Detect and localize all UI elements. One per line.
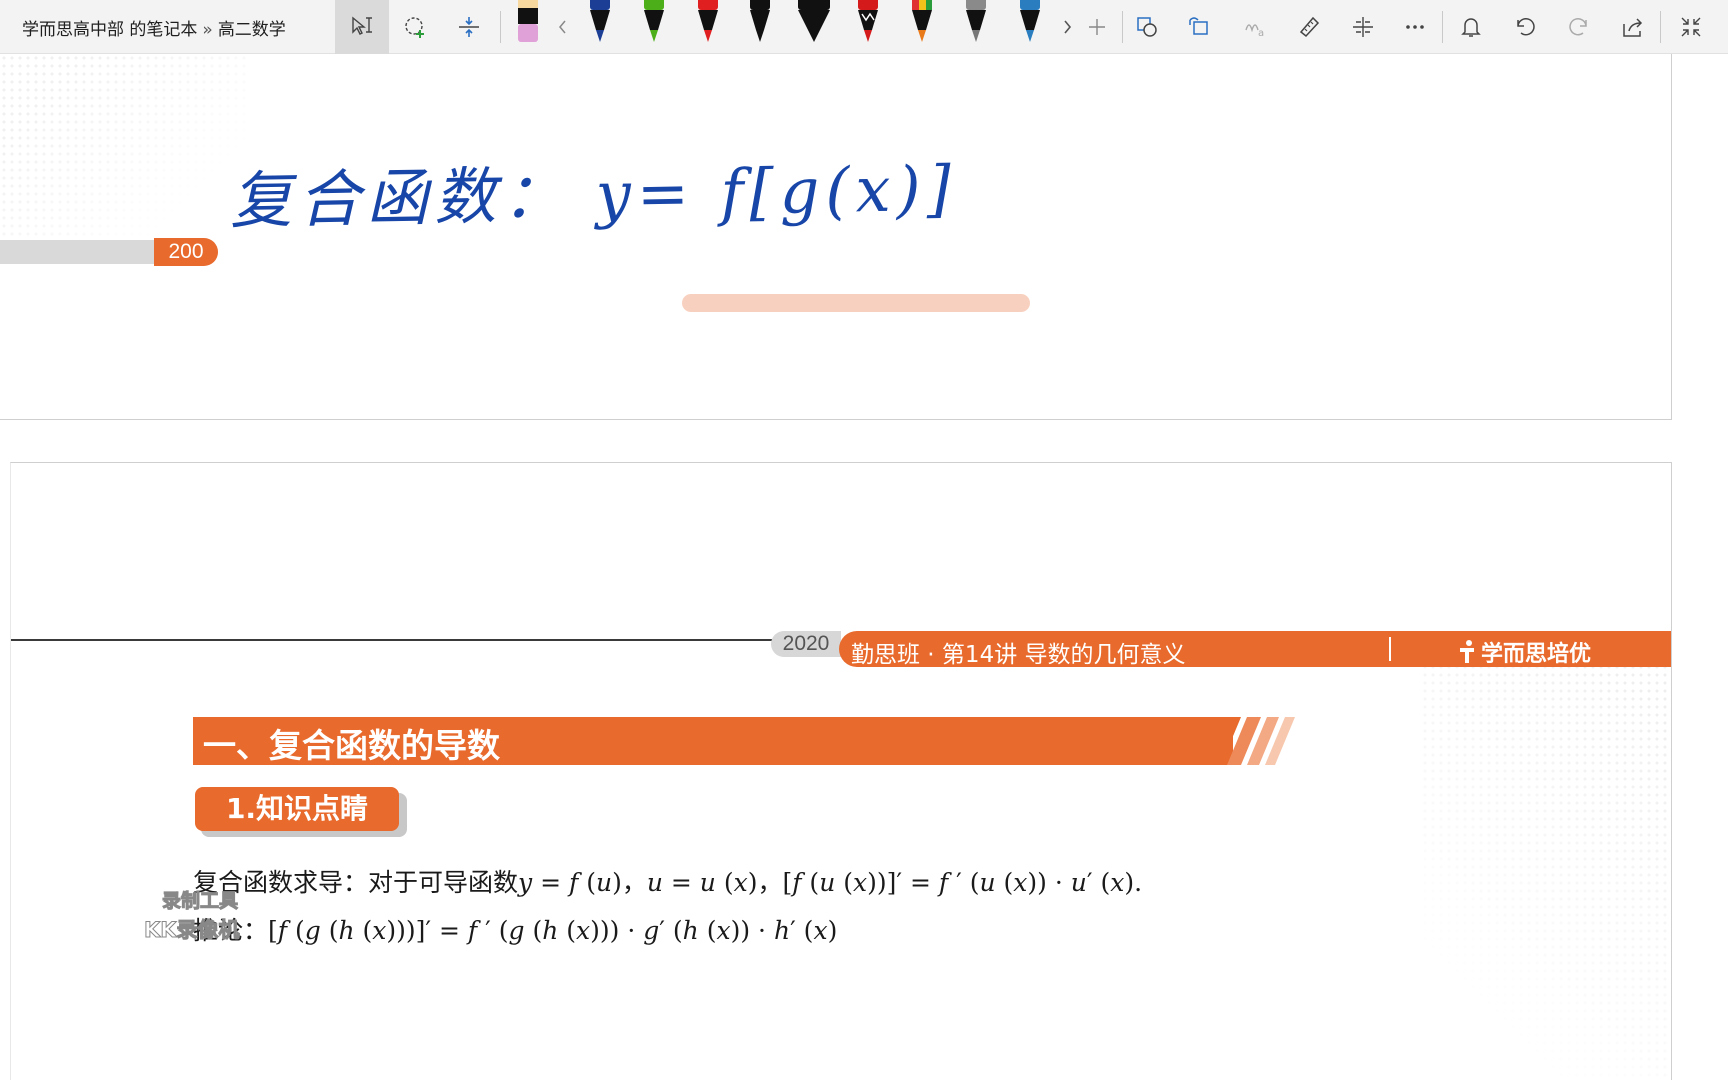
chain-rule-corollary: 推论：[f (g (h (x)))]′ = f ′ (g (h (x))) · … [193, 916, 838, 945]
eraser-button[interactable] [514, 0, 542, 46]
brand-name: 学而思培优 [1481, 642, 1592, 667]
watermark-line2: KK录像机 [144, 918, 241, 943]
collapse-icon [1681, 17, 1701, 37]
ink-to-shape-icon [1189, 17, 1208, 35]
toolbar-separator [500, 11, 501, 43]
shapes-icon [1137, 17, 1157, 37]
chevron-left-icon [559, 20, 566, 34]
page-number-badge: 200 [154, 238, 218, 266]
ink-to-text-button[interactable]: a [1234, 6, 1276, 48]
dot-pattern-decoration [0, 54, 250, 254]
heading-stripes-decoration [1207, 717, 1295, 765]
ink-replay-button[interactable] [1342, 6, 1384, 48]
page-gap [0, 420, 1672, 462]
ruler-icon [1299, 16, 1320, 38]
pen-black-wide[interactable] [796, 0, 832, 46]
pen-icon [798, 0, 830, 42]
toolbar-separator [1122, 11, 1123, 43]
more-icon [1406, 25, 1424, 29]
undo-button[interactable] [1504, 6, 1546, 48]
plus-icon [1089, 19, 1105, 35]
pen-black[interactable] [746, 0, 774, 46]
eraser-icon [518, 0, 538, 42]
pen-red[interactable] [694, 0, 722, 46]
pen-icon [590, 0, 610, 42]
brand-logo: 学而思培优 [1457, 636, 1591, 668]
shapes-button[interactable] [1126, 6, 1168, 48]
watermark-line1: 录制工具 [161, 890, 239, 913]
ink-replay-icon [1353, 17, 1373, 37]
pen-icon [1020, 0, 1040, 42]
add-space-button[interactable] [448, 6, 490, 48]
pen-gray[interactable] [962, 0, 990, 46]
pen-ocean[interactable] [1016, 0, 1044, 46]
redo-icon [1569, 17, 1587, 36]
ink-to-shape-button[interactable] [1178, 6, 1220, 48]
year-badge: 2020 [771, 631, 841, 657]
breadcrumb-separator: » [202, 20, 213, 40]
header-divider [1389, 637, 1391, 661]
notifications-button[interactable] [1450, 6, 1492, 48]
recorder-watermark: 录制工具 KK录像机 [140, 886, 260, 950]
section-heading-band: 一、复合函数的导数 [193, 717, 1233, 765]
highlighter-stroke[interactable] [682, 294, 1030, 312]
pen-rainbow[interactable] [908, 0, 936, 46]
select-text-tool-button[interactable] [335, 0, 389, 54]
section-title: 一、复合函数的导数 [203, 726, 500, 765]
breadcrumb-notebook[interactable]: 学而思高中部 的笔记本 [22, 20, 197, 40]
pen-icon [912, 0, 932, 42]
course-title: 勤思班 · 第14讲 导数的几何意义 [851, 642, 1186, 668]
pen-icon [698, 0, 718, 42]
toolbar-separator [1660, 11, 1661, 43]
share-button[interactable] [1612, 6, 1654, 48]
lasso-plus-icon [405, 17, 424, 38]
pen-icon [966, 0, 986, 42]
chain-rule-formula: 复合函数求导：对于可导函数y = f (u)，u = u (x)，[f (u (… [193, 868, 1143, 897]
pen-icon [644, 0, 664, 42]
ink-to-text-icon: a [1245, 24, 1264, 39]
add-pen-button[interactable] [1076, 6, 1118, 48]
more-button[interactable] [1394, 6, 1436, 48]
pen-icon [858, 0, 878, 42]
ruler-button[interactable] [1288, 6, 1330, 48]
breadcrumb-section[interactable]: 高二数学 [218, 20, 286, 40]
header-rule [11, 639, 779, 641]
notebook-page-handout[interactable]: 2020 勤思班 · 第14讲 导数的几何意义 学而思培优 一、复合函数的导数 … [10, 462, 1672, 1080]
lasso-select-button[interactable] [394, 6, 436, 48]
collapse-button[interactable] [1670, 6, 1712, 48]
cursor-text-icon [352, 16, 372, 35]
insert-space-icon [459, 17, 479, 37]
pen-red-galaxy[interactable] [854, 0, 882, 46]
pen-icon [750, 0, 770, 42]
handwritten-ink[interactable]: 复合函数： y= f[g(x)] [230, 144, 958, 238]
subsection-title: 1.知识点睛 [195, 787, 399, 831]
notebook-page-top[interactable]: 200 复合函数： y= f[g(x)] [0, 54, 1672, 420]
share-icon [1623, 18, 1643, 37]
svg-text:a: a [1258, 28, 1264, 39]
ribbon-toolbar: 学而思高中部 的笔记本» 高二数学 a [0, 0, 1728, 54]
breadcrumb[interactable]: 学而思高中部 的笔记本» 高二数学 [22, 15, 286, 40]
toolbar-separator [1442, 11, 1443, 43]
dot-pattern-decoration [1421, 663, 1671, 1080]
brand-mark-icon [1460, 640, 1474, 663]
bell-icon [1461, 18, 1481, 37]
pen-dark-blue[interactable] [586, 0, 614, 46]
redo-button[interactable] [1558, 6, 1600, 48]
pens-scroll-left-button[interactable] [548, 6, 578, 48]
pen-green[interactable] [640, 0, 668, 46]
page-number-bar [0, 240, 160, 264]
course-header-band: 勤思班 · 第14讲 导数的几何意义 学而思培优 [839, 631, 1671, 668]
handwritten-text: 复合函数： y= f[g(x)] [229, 151, 958, 238]
undo-icon [1517, 17, 1535, 36]
